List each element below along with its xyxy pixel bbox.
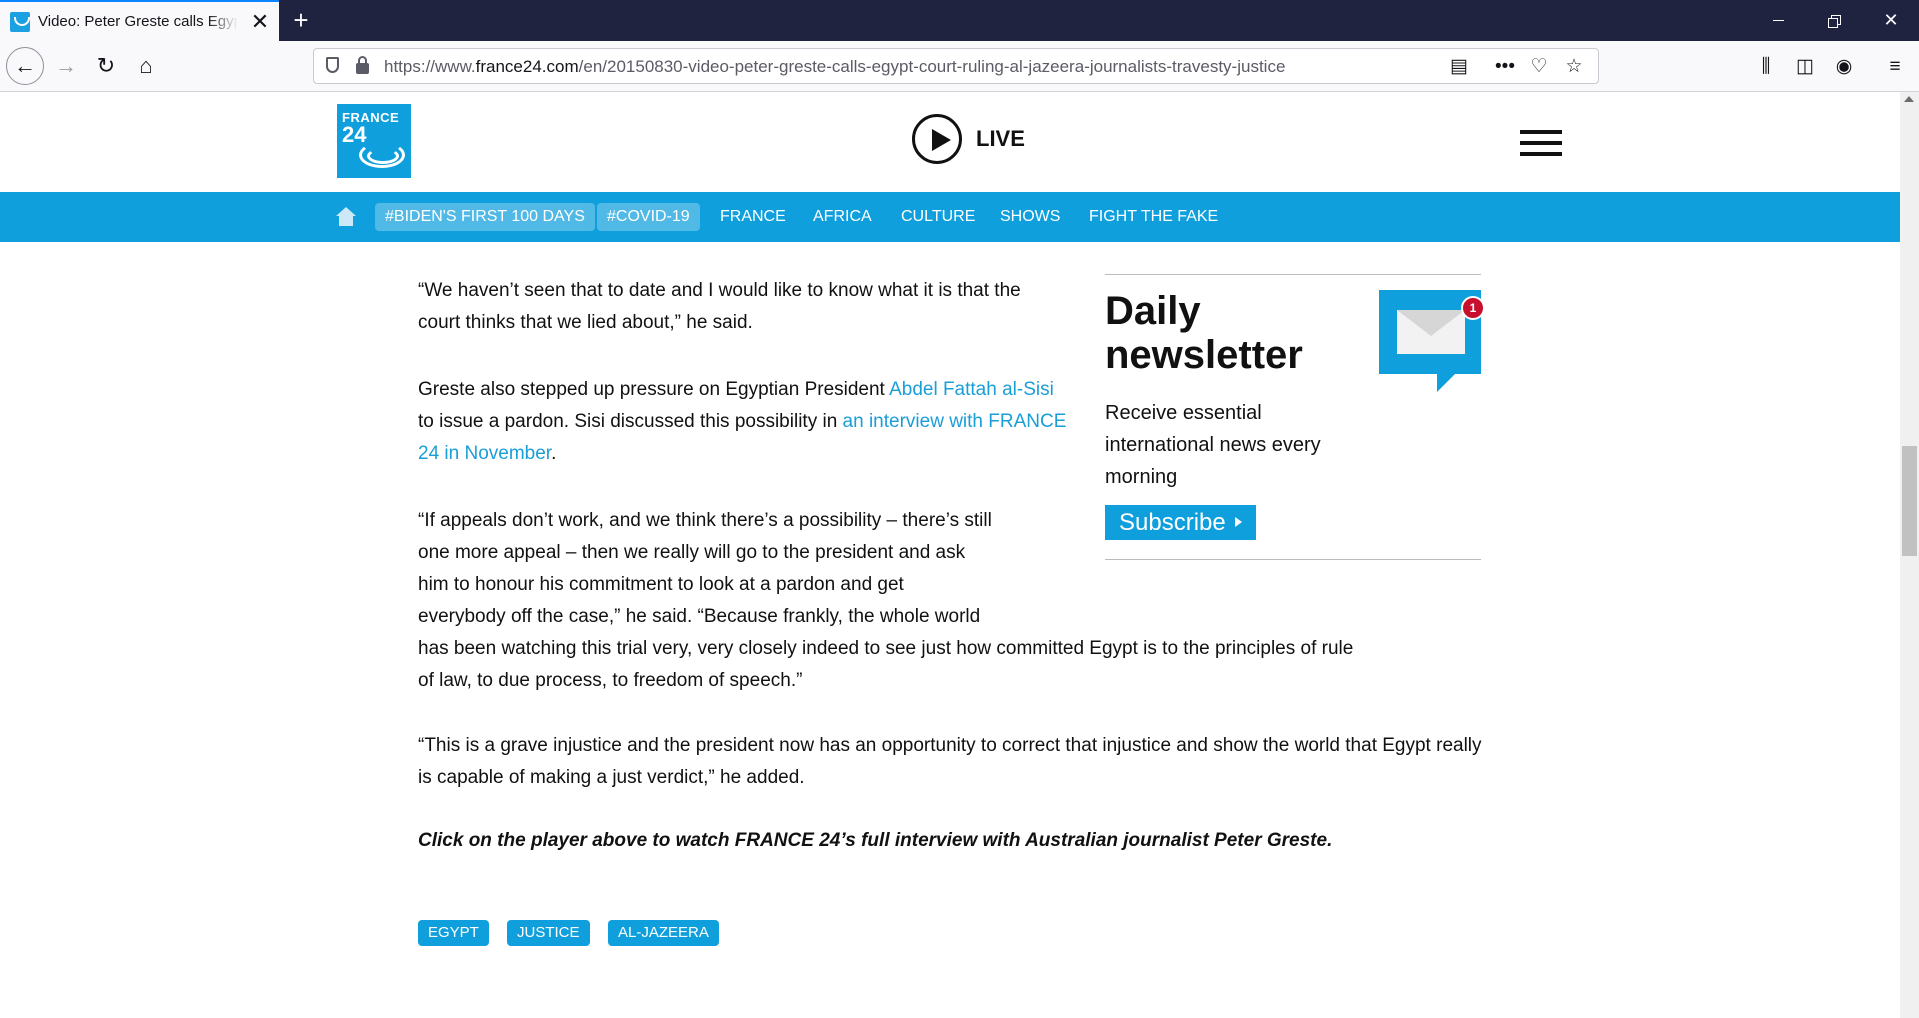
- paragraph-text: .: [551, 443, 557, 464]
- nav-link-fight-the-fake[interactable]: FIGHT THE FAKE: [1089, 203, 1218, 231]
- site-header: FRANCE 24 LIVE: [0, 92, 1900, 192]
- article-paragraph: “This is a grave injustice and the presi…: [418, 735, 1482, 788]
- tag-al-jazeera[interactable]: AL-JAZEERA: [608, 920, 719, 946]
- article-paragraph: Greste also stepped up pressure on Egypt…: [418, 374, 1068, 470]
- nav-link-france[interactable]: FRANCE: [720, 203, 786, 231]
- nav-link-africa[interactable]: AFRICA: [813, 203, 872, 231]
- back-arrow-icon[interactable]: ←: [6, 47, 44, 85]
- nav-pill-biden[interactable]: #BIDEN'S FIRST 100 DAYS: [375, 203, 595, 231]
- hamburger-menu-icon[interactable]: [1520, 130, 1562, 156]
- scroll-thumb[interactable]: [1902, 446, 1917, 556]
- scroll-up-icon[interactable]: [1904, 96, 1914, 102]
- closing-note: Click on the player above to watch FRANC…: [418, 830, 1333, 851]
- url-domain: france24.com: [475, 57, 579, 76]
- pocket-icon[interactable]: ♡: [1525, 53, 1553, 81]
- close-tab-icon[interactable]: ✕: [248, 8, 272, 36]
- star-icon[interactable]: ☆: [1560, 53, 1588, 81]
- envelope-icon: [1397, 310, 1465, 354]
- forward-arrow-icon[interactable]: →: [48, 48, 84, 84]
- tab-title: Video: Peter Greste calls Egypt court ru…: [38, 13, 238, 30]
- logo-line2: 24: [342, 122, 367, 147]
- address-bar[interactable]: https://www.france24.com/en/20150830-vid…: [313, 48, 1599, 84]
- url-path: /en/20150830-video-peter-greste-calls-eg…: [578, 57, 1286, 76]
- logo-wave-inner: [367, 148, 399, 164]
- france24-logo[interactable]: FRANCE 24: [337, 104, 411, 178]
- mail-icon: 1: [1379, 290, 1485, 392]
- browser-tab[interactable]: Video: Peter Greste calls Egypt court ru…: [0, 0, 279, 41]
- page-scrollbar[interactable]: [1900, 92, 1919, 1018]
- home-icon[interactable]: [336, 207, 356, 227]
- app-menu-icon[interactable]: ≡: [1880, 52, 1910, 82]
- url-prefix: https://www.: [384, 57, 476, 76]
- paragraph-text: to issue a pardon. Sisi discussed this p…: [418, 411, 843, 432]
- article-paragraph: “We haven’t seen that to date and I woul…: [418, 280, 1021, 333]
- new-tab-icon[interactable]: +: [287, 6, 315, 34]
- nav-pill-covid[interactable]: #COVID-19: [597, 203, 700, 231]
- paragraph-text: Greste also stepped up pressure on Egypt…: [418, 379, 890, 400]
- more-icon[interactable]: •••: [1491, 53, 1519, 81]
- paragraph-line: him to honour his commitment to look at …: [418, 574, 904, 595]
- link-abdel-fattah-al-sisi[interactable]: Abdel Fattah al-Sisi: [889, 379, 1054, 400]
- paragraph-line: has been watching this trial very, very …: [418, 638, 1354, 659]
- notification-badge: 1: [1461, 296, 1485, 320]
- paragraph-line: of law, to due process, to freedom of sp…: [418, 670, 803, 691]
- restore-icon[interactable]: [1807, 0, 1863, 41]
- paragraph-line: everybody off the case,” he said. “Becau…: [418, 606, 981, 627]
- play-icon: [912, 114, 962, 164]
- navigation-toolbar: ← → ↻ ⌂ https://www.france24.com/en/2015…: [0, 41, 1919, 92]
- newsletter-text: Receive essential international news eve…: [1105, 402, 1321, 488]
- live-label: LIVE: [976, 126, 1025, 151]
- library-icon[interactable]: ⫼: [1751, 52, 1781, 82]
- live-button[interactable]: LIVE: [912, 114, 1052, 170]
- reload-icon[interactable]: ↻: [88, 48, 124, 84]
- window-close-icon[interactable]: ✕: [1863, 0, 1919, 41]
- lock-icon[interactable]: [356, 56, 369, 74]
- tag-justice[interactable]: JUSTICE: [507, 920, 590, 946]
- newsletter-box: Daily newsletter Receive essential inter…: [1105, 274, 1485, 560]
- newsletter-title: Daily newsletter: [1105, 289, 1303, 377]
- tracking-shield-icon[interactable]: [326, 57, 339, 73]
- minimize-icon[interactable]: [1751, 0, 1807, 41]
- sidebar-icon[interactable]: ◫: [1790, 52, 1820, 82]
- account-icon[interactable]: ◉: [1829, 52, 1859, 82]
- section-nav: #BIDEN'S FIRST 100 DAYS #COVID-19 FRANCE…: [0, 192, 1900, 242]
- url-text[interactable]: https://www.france24.com/en/20150830-vid…: [384, 57, 1285, 77]
- site-favicon-icon: [10, 12, 30, 32]
- home-icon[interactable]: ⌂: [128, 48, 164, 84]
- reader-view-icon[interactable]: ▤: [1445, 53, 1473, 81]
- tag-egypt[interactable]: EGYPT: [418, 920, 489, 946]
- subscribe-button[interactable]: Subscribe: [1105, 505, 1256, 540]
- nav-link-culture[interactable]: CULTURE: [901, 203, 975, 231]
- nav-link-shows[interactable]: SHOWS: [1000, 203, 1060, 231]
- tab-bar: Video: Peter Greste calls Egypt court ru…: [0, 0, 1919, 41]
